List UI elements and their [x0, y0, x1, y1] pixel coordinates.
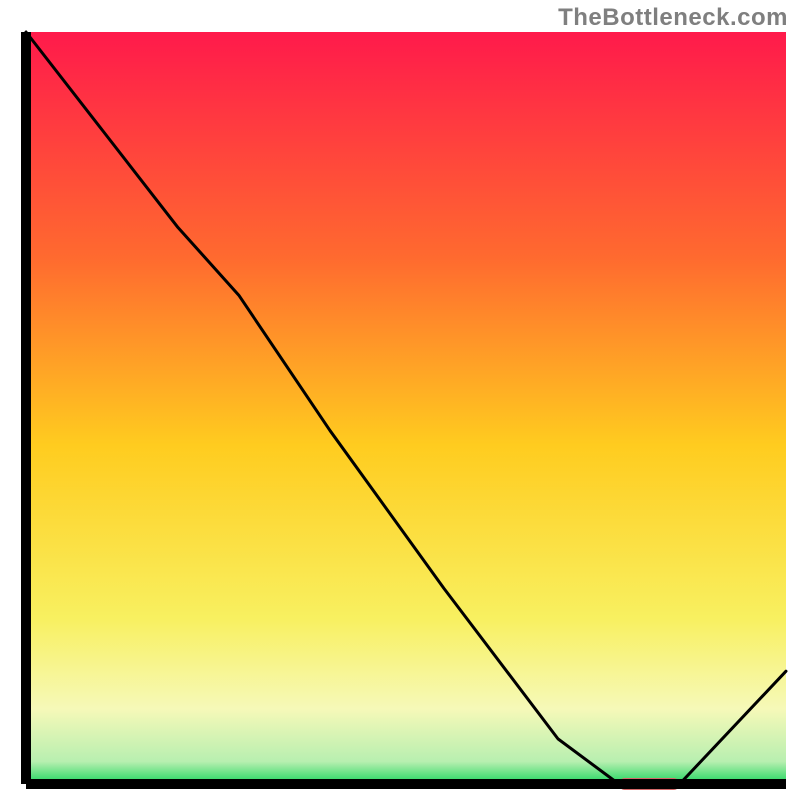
- bottleneck-chart: [20, 30, 790, 790]
- attribution-text: TheBottleneck.com: [558, 4, 788, 32]
- plot-area: [20, 30, 790, 790]
- chart-container: TheBottleneck.com: [0, 0, 800, 800]
- gradient-background: [26, 32, 786, 784]
